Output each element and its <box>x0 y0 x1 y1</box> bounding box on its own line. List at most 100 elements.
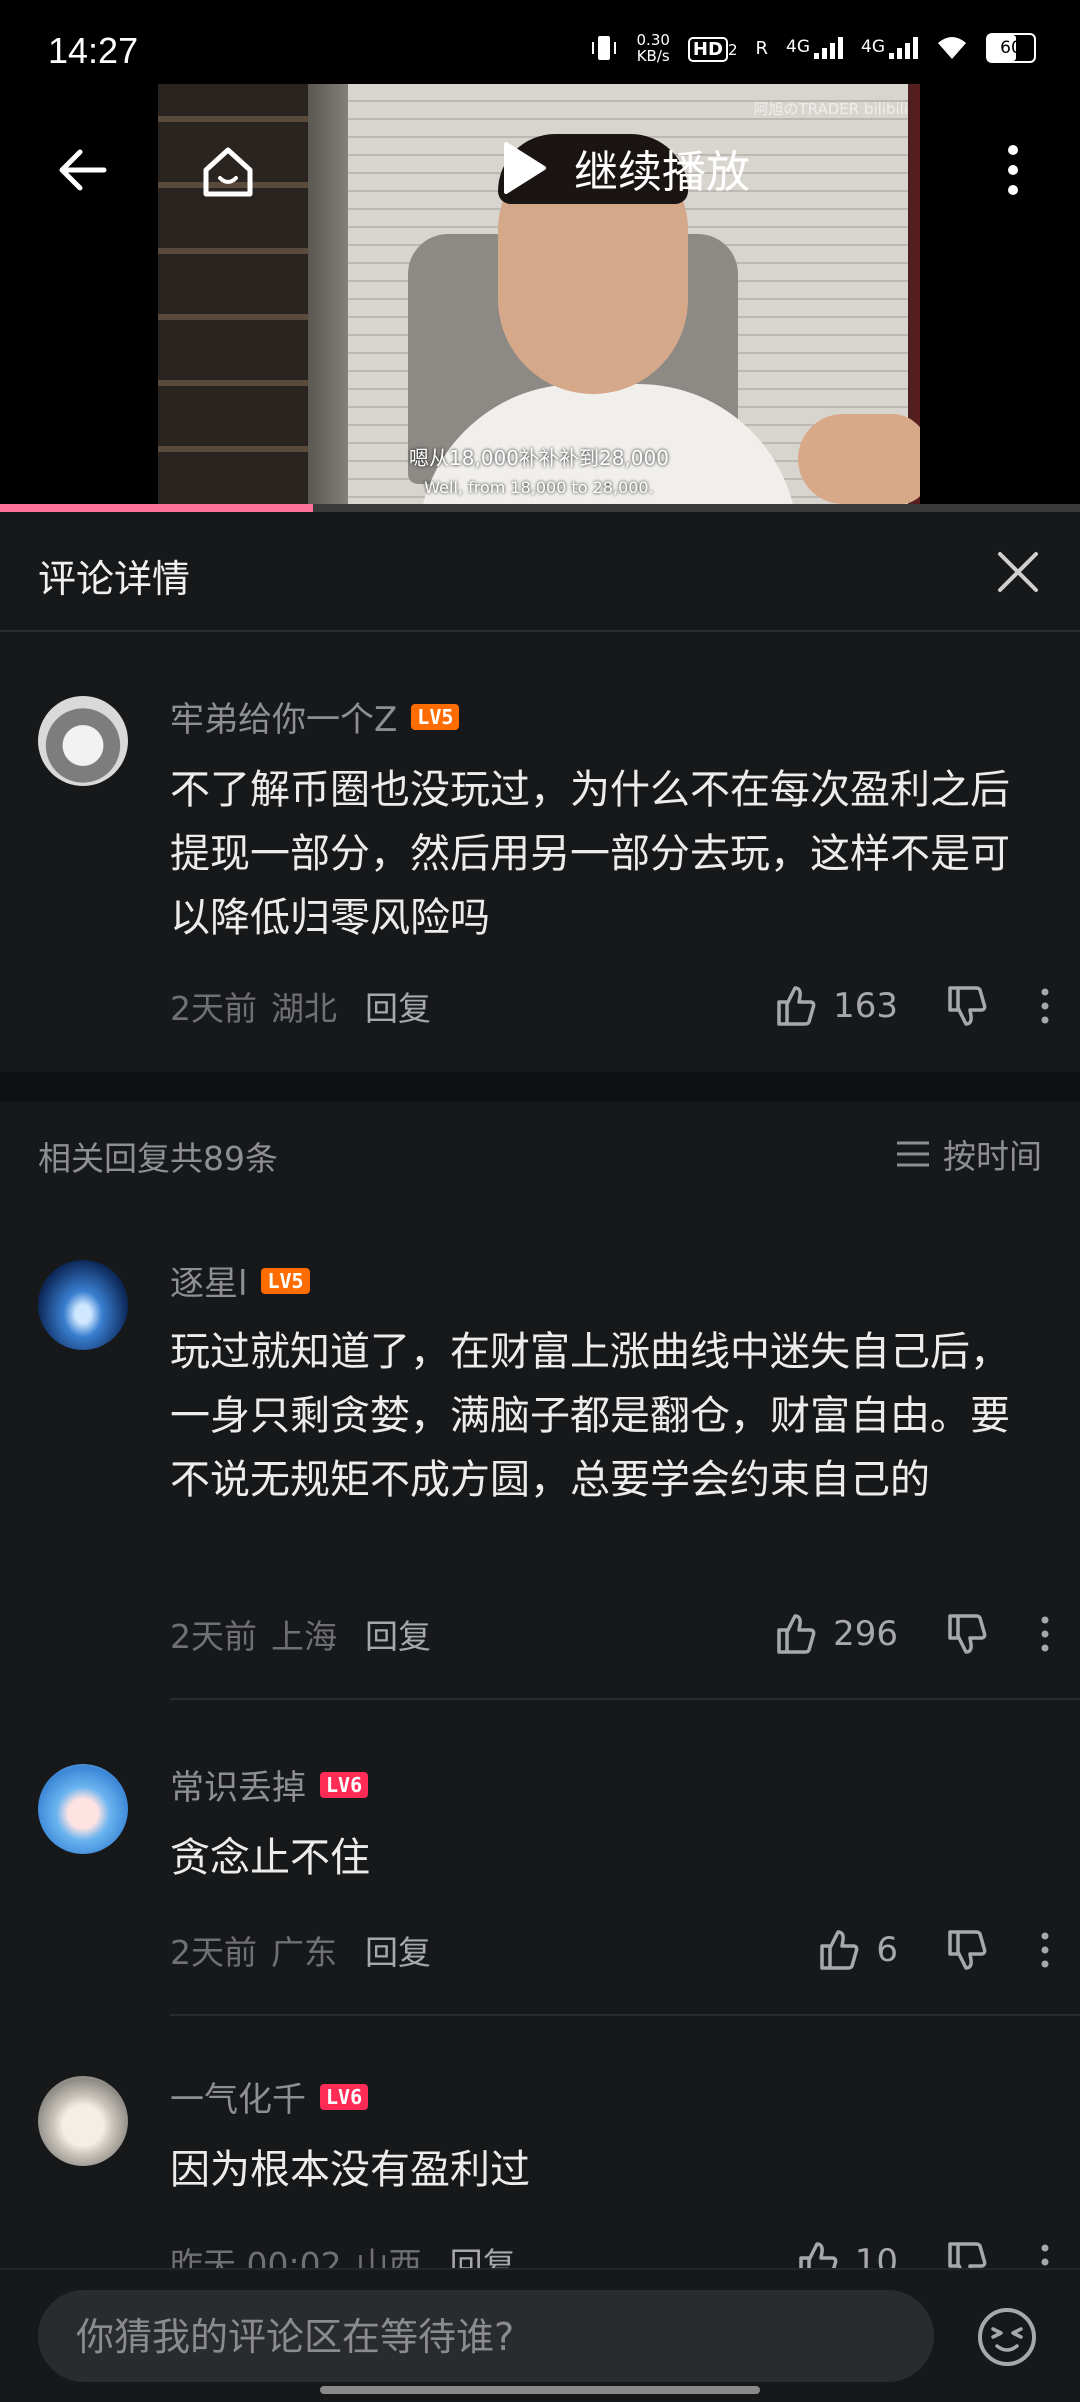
resume-play-button[interactable]: 继续播放 <box>500 136 750 200</box>
like-thumb-up-icon[interactable] <box>795 2240 839 2268</box>
comment-time: 2天前 <box>170 1933 257 1972</box>
sort-button[interactable]: 按时间 <box>895 1130 1042 1178</box>
like-thumb-up-icon[interactable] <box>773 984 817 1028</box>
comment-text: 玩过就知道了，在财富上涨曲线中迷失自己后，一身只剩贪婪，满脑子都是翻仓，财富自由… <box>170 1329 1010 1503</box>
comment-time: 昨天 00:02 <box>170 2245 342 2268</box>
comment-time: 2天前 <box>170 1617 257 1656</box>
more-vertical-icon[interactable] <box>1040 1616 1050 1652</box>
reply-separator <box>170 1698 1080 1700</box>
comment-text: 因为根本没有盈利过 <box>170 2147 530 2193</box>
battery-icon: 60 <box>986 33 1036 63</box>
subtitle-cn: 嗯从18,000补补补到28,000 <box>409 446 669 470</box>
comment-location: 湖北 <box>271 989 337 1028</box>
more-vertical-icon[interactable] <box>1040 2244 1050 2268</box>
back-arrow-icon[interactable] <box>54 142 110 198</box>
reply-button[interactable]: 回复 <box>450 2238 516 2268</box>
reply-button[interactable]: 回复 <box>365 982 431 1030</box>
replies-header: 相关回复共89条 按时间 <box>0 1102 1080 1202</box>
comment-location: 山西 <box>355 2245 422 2268</box>
dislike-thumb-down-icon[interactable] <box>944 1612 988 1656</box>
like-thumb-up-icon[interactable] <box>816 1928 860 1972</box>
reply-item: 一气化千 LV6 因为根本没有盈利过 昨天 00:02 山西 回复 10 <box>0 2016 1080 2268</box>
home-tv-icon[interactable] <box>198 142 258 202</box>
play-icon <box>504 142 546 194</box>
roaming-indicator: R <box>755 37 768 59</box>
like-count: 296 <box>833 1614 898 1654</box>
signal-bars-icon <box>889 37 918 59</box>
reply-button[interactable]: 回复 <box>365 1610 431 1658</box>
section-divider <box>0 1072 1080 1102</box>
sort-label: 按时间 <box>943 1137 1042 1176</box>
net-speed-unit: KB/s <box>636 47 670 65</box>
comment-meta: 2天前 广东 回复 6 <box>170 1926 1050 1974</box>
avatar[interactable] <box>38 1260 128 1350</box>
level-badge: LV6 <box>320 1771 369 1798</box>
reply-item: 逐星l LV5 玩过就知道了，在财富上涨曲线中迷失自己后，一身只剩贪婪，满脑子都… <box>0 1202 1080 1702</box>
comment-detail-header: 评论详情 <box>0 512 1080 632</box>
net-speed-value: 0.30 <box>636 31 670 49</box>
like-count: 10 <box>854 2242 898 2268</box>
emoji-icon[interactable] <box>976 2306 1038 2368</box>
username-text: 牢弟给你一个Z <box>170 700 398 740</box>
signal-2: 4G <box>861 37 918 59</box>
comment-time: 2天前 <box>170 989 257 1028</box>
wifi-icon <box>938 37 966 59</box>
video-progress-bar[interactable] <box>0 504 1080 512</box>
comment-username[interactable]: 一气化千 LV6 <box>170 2072 369 2121</box>
comment-location: 上海 <box>271 1617 337 1656</box>
level-badge: LV5 <box>411 703 460 730</box>
more-vertical-icon[interactable] <box>1040 988 1050 1024</box>
video-progress-fill <box>0 504 314 512</box>
signal-bars-icon <box>814 37 843 59</box>
hd-sub: 2 <box>727 40 738 59</box>
comment-meta: 2天前 上海 回复 296 <box>170 1610 1050 1658</box>
main-comment: 牢弟给你一个Z LV5 不了解币圈也没玩过，为什么不在每次盈利之后提现一部分，然… <box>0 632 1080 1072</box>
vibrate-icon <box>591 36 616 60</box>
username-text: 一气化千 <box>170 2080 306 2120</box>
comment-input-wrapper[interactable] <box>38 2290 934 2384</box>
username-text: 常识丢掉 <box>170 1768 306 1808</box>
comment-meta: 2天前 湖北 回复 163 <box>170 982 1050 1030</box>
like-count: 163 <box>833 986 898 1026</box>
resume-play-label: 继续播放 <box>574 147 750 198</box>
username-text: 逐星l <box>170 1264 248 1304</box>
dislike-thumb-down-icon[interactable] <box>944 984 988 1028</box>
comment-username[interactable]: 牢弟给你一个Z LV5 <box>170 692 460 741</box>
hd-label: HD <box>687 36 728 62</box>
more-vertical-icon[interactable] <box>1040 1932 1050 1968</box>
dislike-thumb-down-icon[interactable] <box>944 1928 988 1972</box>
avatar[interactable] <box>38 2076 128 2166</box>
video-watermark: 阿旭のTRADER bilibili <box>753 100 908 118</box>
like-thumb-up-icon[interactable] <box>773 1612 817 1656</box>
status-time: 14:27 <box>48 30 139 71</box>
sort-list-icon <box>897 1141 929 1167</box>
dislike-thumb-down-icon[interactable] <box>944 2240 988 2268</box>
subtitle-en: Well, from 18,000 to 28,000. <box>424 478 654 497</box>
comment-text: 贪念止不住 <box>170 1835 370 1881</box>
hd-voice-icon: HD 2 <box>687 36 738 62</box>
avatar[interactable] <box>38 696 128 786</box>
status-icons: 0.30 KB/s HD 2 R 4G 4G 60 <box>589 32 1036 64</box>
more-vertical-icon[interactable] <box>1006 142 1020 198</box>
battery-level: 60 <box>1000 38 1022 58</box>
like-count: 6 <box>876 1930 898 1970</box>
comment-meta: 昨天 00:02 山西 回复 10 <box>170 2238 1050 2268</box>
reply-item: 常识丢掉 LV6 贪念止不住 2天前 广东 回复 6 <box>0 1702 1080 2016</box>
home-indicator[interactable] <box>320 2386 760 2394</box>
close-icon[interactable] <box>996 550 1040 594</box>
level-badge: LV5 <box>261 1267 310 1294</box>
reply-button[interactable]: 回复 <box>365 1926 431 1974</box>
signal-1: 4G <box>786 37 843 59</box>
comment-username[interactable]: 逐星l LV5 <box>170 1256 310 1305</box>
comment-username[interactable]: 常识丢掉 LV6 <box>170 1760 369 1809</box>
comment-location: 广东 <box>271 1933 337 1972</box>
video-player[interactable]: 阿旭のTRADER bilibili 嗯从18,000补补补到28,000 We… <box>0 84 1080 512</box>
reply-count: 相关回复共89条 <box>38 1139 278 1178</box>
status-bar: 14:27 0.30 KB/s HD 2 R 4G 4G 60 <box>0 0 1080 84</box>
level-badge: LV6 <box>320 2083 369 2110</box>
comment-input[interactable] <box>74 2290 898 2384</box>
avatar[interactable] <box>38 1764 128 1854</box>
net-speed: 0.30 KB/s <box>637 32 670 64</box>
comment-detail-title: 评论详情 <box>38 557 191 601</box>
network-type-1: 4G <box>786 37 810 57</box>
